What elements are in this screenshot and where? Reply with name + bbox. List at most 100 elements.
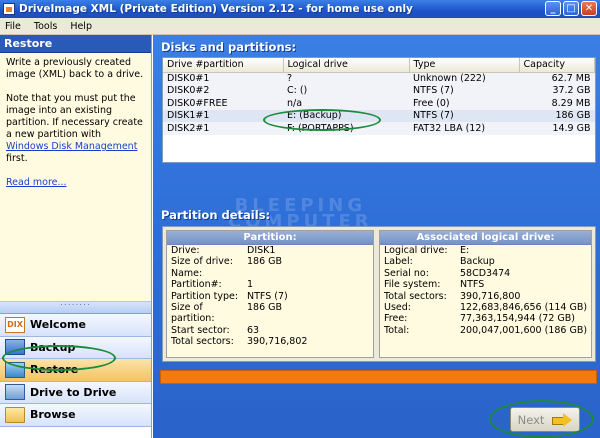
detail-key: Size of drive: bbox=[171, 256, 233, 268]
column-header[interactable]: Capacity bbox=[519, 58, 595, 73]
detail-key: Total sectors: bbox=[171, 336, 234, 348]
help-paragraph-2-text: Note that you must put the image into an… bbox=[6, 93, 143, 140]
nav-welcome[interactable]: DIX Welcome bbox=[0, 314, 151, 337]
menu-help[interactable]: Help bbox=[69, 21, 93, 32]
nav-backup[interactable]: Backup bbox=[0, 336, 151, 359]
left-panel: Restore Write a previously created image… bbox=[0, 35, 152, 438]
title-bar: DriveImage XML (Private Edition) Version… bbox=[0, 0, 600, 18]
table-row[interactable]: DISK0#FREE n/a Free (0) 8.29 MB bbox=[163, 97, 595, 110]
help-paragraph-1: Write a previously created image (XML) b… bbox=[6, 57, 144, 80]
restore-icon bbox=[5, 361, 25, 378]
detail-key: Total: bbox=[384, 324, 410, 336]
menu-file[interactable]: File bbox=[4, 21, 22, 32]
partition-rows: Drive: DISK1 Size of drive: 186 GB Name: Part… bbox=[167, 245, 373, 348]
detail-key: Total sectors: bbox=[384, 290, 447, 302]
detail-row: Total sectors: 390,716,800 bbox=[380, 291, 591, 302]
help-paragraph-2-end: first. bbox=[6, 153, 28, 164]
detail-row: Total sectors: 390,716,802 bbox=[167, 336, 373, 347]
cell: DISK0#1 bbox=[163, 72, 283, 85]
cell: 8.29 MB bbox=[519, 97, 595, 110]
menu-tools[interactable]: Tools bbox=[33, 21, 58, 32]
detail-key: Name: bbox=[171, 267, 203, 279]
maximize-button[interactable]: □ bbox=[563, 1, 579, 16]
disks-title: Disks and partitions: bbox=[161, 40, 297, 54]
nav-label: Browse bbox=[30, 408, 76, 422]
detail-key: Drive: bbox=[171, 245, 200, 256]
column-header[interactable]: Logical drive bbox=[283, 58, 410, 73]
detail-row: Start sector: 63 bbox=[167, 325, 373, 336]
logical-drive-header: Associated logical drive: bbox=[380, 231, 591, 245]
detail-key: Partition type: bbox=[171, 290, 239, 302]
detail-value: 186 GB bbox=[247, 256, 283, 268]
help-title: Restore bbox=[0, 35, 151, 53]
detail-row: Size of partition: 186 GB bbox=[167, 302, 373, 325]
nav-label: Restore bbox=[30, 363, 79, 377]
help-text: Write a previously created image (XML) b… bbox=[0, 53, 151, 302]
table-header: Drive #partition Logical drive Type Capa… bbox=[163, 58, 595, 73]
read-more-link[interactable]: Read more... bbox=[6, 177, 67, 188]
detail-row: Size of drive: 186 GB bbox=[167, 256, 373, 267]
window-controls: _ □ ✕ bbox=[545, 1, 597, 16]
table-row[interactable]: DISK0#2 C: () NTFS (7) 37.2 GB bbox=[163, 84, 595, 97]
table-row-selected[interactable]: DISK1#1 E: (Backup) NTFS (7) 186 GB bbox=[163, 109, 595, 122]
logical-drive-panel: Associated logical drive: Logical drive:… bbox=[379, 230, 592, 358]
cell: NTFS (7) bbox=[409, 109, 519, 122]
detail-key: Size of partition: bbox=[171, 302, 215, 325]
next-label: Next bbox=[517, 412, 545, 427]
close-button[interactable]: ✕ bbox=[581, 1, 597, 16]
cell: DISK0#FREE bbox=[163, 97, 283, 110]
table-row[interactable]: DISK2#1 F: (PORTAPPS) FAT32 LBA (12) 14.9 G… bbox=[163, 122, 595, 135]
detail-row: Label: Backup bbox=[380, 256, 591, 267]
cell: DISK2#1 bbox=[163, 122, 283, 135]
detail-row: Logical drive: E: bbox=[380, 245, 591, 256]
cell: DISK0#2 bbox=[163, 84, 283, 97]
dix-icon: DIX bbox=[5, 316, 25, 333]
nav-label: Welcome bbox=[30, 318, 86, 332]
detail-row: Free: 77,363,154,944 (72 GB) bbox=[380, 313, 591, 324]
arrow-right-icon bbox=[552, 412, 573, 427]
details-title: Partition details: bbox=[161, 208, 271, 222]
backup-icon bbox=[5, 339, 25, 356]
nav-drive-to-drive[interactable]: Drive to Drive bbox=[0, 381, 151, 404]
detail-value: 63 bbox=[247, 324, 260, 336]
nav-browse[interactable]: Browse bbox=[0, 404, 151, 427]
table-row[interactable]: DISK0#1? Unknown (222) 62.7 MB bbox=[163, 72, 595, 85]
detail-key: Logical drive: bbox=[384, 245, 448, 256]
detail-key: Free: bbox=[384, 313, 408, 325]
main-panel: Disks and partitions: Drive #partition L… bbox=[153, 35, 600, 438]
folder-icon bbox=[5, 406, 25, 423]
partition-panel: Partition: Drive: DISK1 Size of drive: 186 … bbox=[166, 230, 374, 358]
menu-bar: File Tools Help bbox=[0, 18, 600, 35]
partition-header: Partition: bbox=[167, 231, 373, 245]
drive-to-drive-icon bbox=[5, 384, 25, 401]
detail-value: DISK1 bbox=[247, 245, 276, 256]
app-icon bbox=[3, 3, 15, 15]
nav-restore[interactable]: Restore bbox=[0, 359, 151, 382]
panel-splitter[interactable] bbox=[0, 298, 151, 314]
cell: NTFS (7) bbox=[409, 84, 519, 97]
detail-value: 77,363,154,944 (72 GB) bbox=[460, 313, 575, 325]
detail-row: File system: NTFS bbox=[380, 279, 591, 290]
help-paragraph-2: Note that you must put the image into an… bbox=[6, 93, 145, 165]
nav-label: Backup bbox=[30, 340, 76, 354]
cell: ? bbox=[283, 72, 409, 85]
detail-row: Used: 122,683,846,656 (114 GB) bbox=[380, 302, 591, 313]
cell: n/a bbox=[283, 97, 409, 110]
windows-disk-management-link[interactable]: Windows Disk Management bbox=[6, 141, 137, 152]
cell: 14.9 GB bbox=[519, 122, 595, 135]
cell: E: (Backup) bbox=[283, 109, 409, 122]
column-header[interactable]: Type bbox=[409, 58, 520, 73]
detail-row: Serial no: 58CD3474 bbox=[380, 268, 591, 279]
detail-value: 200,047,001,600 (186 GB) bbox=[460, 324, 588, 336]
detail-key: Partition#: bbox=[171, 279, 222, 291]
cell: FAT32 LBA (12) bbox=[409, 122, 519, 135]
cell: Free (0) bbox=[409, 97, 519, 110]
column-header[interactable]: Drive #partition bbox=[163, 58, 284, 73]
cell: 186 GB bbox=[519, 109, 595, 122]
next-button[interactable]: Next bbox=[510, 407, 580, 432]
minimize-button[interactable]: _ bbox=[545, 1, 561, 16]
detail-key: Used: bbox=[384, 302, 411, 314]
cell: 62.7 MB bbox=[519, 72, 595, 85]
window-title: DriveImage XML (Private Edition) Version… bbox=[19, 3, 413, 15]
detail-key: Label: bbox=[384, 256, 413, 268]
